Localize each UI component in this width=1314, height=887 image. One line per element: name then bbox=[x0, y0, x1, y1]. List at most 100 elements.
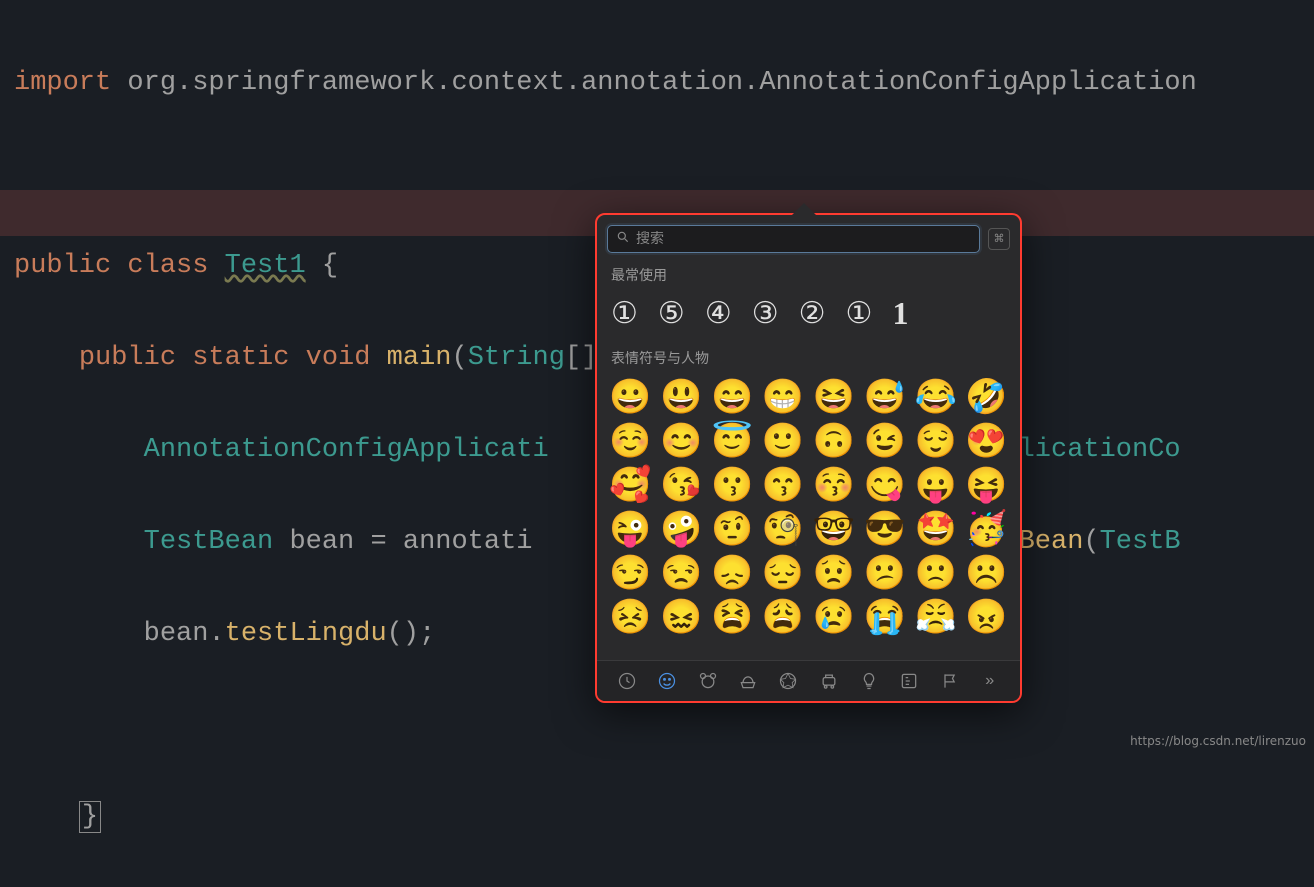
search-icon bbox=[616, 230, 630, 249]
class-name: Test1 bbox=[225, 251, 306, 281]
category-more-icon[interactable]: » bbox=[978, 669, 1002, 693]
category-symbols-icon[interactable] bbox=[897, 669, 921, 693]
emoji-item[interactable]: 😆 bbox=[813, 380, 856, 414]
category-smileys-icon[interactable] bbox=[655, 669, 679, 693]
paren-open: ( bbox=[387, 619, 403, 649]
emoji-item[interactable]: 😕 bbox=[863, 556, 906, 590]
brackets: [] bbox=[565, 343, 597, 373]
keyword-public: public bbox=[79, 343, 176, 373]
category-activity-icon[interactable] bbox=[776, 669, 800, 693]
code-line-blank bbox=[14, 703, 1314, 749]
code-line-blank bbox=[14, 153, 1314, 199]
keyword-static: static bbox=[192, 343, 289, 373]
category-travel-icon[interactable] bbox=[817, 669, 841, 693]
category-recent-icon[interactable] bbox=[615, 669, 639, 693]
emoji-item[interactable]: 😂 bbox=[914, 380, 957, 414]
emoji-item[interactable]: 😒 bbox=[660, 556, 703, 590]
emoji-item[interactable]: 😏 bbox=[609, 556, 652, 590]
emoji-item[interactable]: 😅 bbox=[863, 380, 906, 414]
emoji-item[interactable]: 😗 bbox=[711, 468, 754, 502]
emoji-item[interactable]: 😇 bbox=[711, 424, 754, 458]
emoji-grid: 😀😃😄😁😆😅😂🤣 ☺️😊😇🙂🙃😉😌😍 🥰😘😗😙😚😋😛😝 😜🤪🤨🧐🤓😎🤩🥳 😏😒😞😔😟😕🙁… bbox=[609, 374, 1008, 634]
keyword-class: class bbox=[127, 251, 208, 281]
keyboard-shortcut-badge: ⌘ bbox=[988, 228, 1010, 250]
emoji-item[interactable]: 😁 bbox=[762, 380, 805, 414]
emoji-item[interactable]: 😝 bbox=[965, 468, 1008, 502]
emoji-item[interactable]: ☺️ bbox=[609, 424, 652, 458]
emoji-item[interactable]: 😛 bbox=[914, 468, 957, 502]
category-flags-icon[interactable] bbox=[938, 669, 962, 693]
emoji-item[interactable]: 😙 bbox=[762, 468, 805, 502]
emoji-item[interactable]: 🙂 bbox=[762, 424, 805, 458]
emoji-item[interactable]: 😤 bbox=[914, 600, 957, 634]
category-objects-icon[interactable] bbox=[857, 669, 881, 693]
emoji-item[interactable]: 😚 bbox=[813, 468, 856, 502]
recent-emoji-row: ① ⑤ ④ ③ ② ① 1 bbox=[609, 291, 1008, 342]
emoji-item[interactable]: 😄 bbox=[711, 380, 754, 414]
method-main: main bbox=[387, 343, 452, 373]
recent-item[interactable]: ① bbox=[846, 296, 873, 331]
emoji-item[interactable]: 😊 bbox=[660, 424, 703, 458]
brace-close: } bbox=[79, 801, 101, 833]
emoji-item[interactable]: 🥳 bbox=[965, 512, 1008, 546]
recent-item[interactable]: ⑤ bbox=[658, 296, 685, 331]
keyword-void: void bbox=[306, 343, 371, 373]
emoji-item[interactable]: ☹️ bbox=[965, 556, 1008, 590]
emoji-item[interactable]: 😭 bbox=[863, 600, 906, 634]
type-testbean: TestBean bbox=[144, 527, 274, 557]
emoji-item[interactable]: 😃 bbox=[660, 380, 703, 414]
emoji-category-bar: » bbox=[597, 660, 1020, 701]
paren-close: ) bbox=[403, 619, 419, 649]
arg-testbean: TestB bbox=[1100, 527, 1181, 557]
shortcut-text: ⌘ bbox=[994, 232, 1005, 246]
emoji-item[interactable]: 😠 bbox=[965, 600, 1008, 634]
emoji-item[interactable]: 😩 bbox=[762, 600, 805, 634]
emoji-item[interactable]: 😀 bbox=[609, 380, 652, 414]
emoji-item[interactable]: 😢 bbox=[813, 600, 856, 634]
recent-item[interactable]: ① bbox=[611, 296, 638, 331]
emoji-item[interactable]: 😋 bbox=[863, 468, 906, 502]
emoji-item[interactable]: 🥰 bbox=[609, 468, 652, 502]
emoji-item[interactable]: 😜 bbox=[609, 512, 652, 546]
semicolon: ; bbox=[419, 619, 435, 649]
emoji-item[interactable]: 😌 bbox=[914, 424, 957, 458]
emoji-item[interactable]: 🤩 bbox=[914, 512, 957, 546]
category-food-icon[interactable] bbox=[736, 669, 760, 693]
emoji-item[interactable]: 🙁 bbox=[914, 556, 957, 590]
recent-item[interactable]: 1 bbox=[892, 295, 908, 332]
recent-item[interactable]: ② bbox=[799, 296, 826, 331]
recent-item[interactable]: ③ bbox=[752, 296, 779, 331]
emoji-picker-body: 最常使用 ① ⑤ ④ ③ ② ① 1 表情符号与人物 😀😃😄😁😆😅😂🤣☺️😊😇🙂… bbox=[597, 259, 1020, 660]
emoji-item[interactable]: 😖 bbox=[660, 600, 703, 634]
emoji-picker-header: ⌘ bbox=[597, 215, 1020, 259]
emoji-item[interactable]: 😞 bbox=[711, 556, 754, 590]
emoji-item[interactable]: 🤓 bbox=[813, 512, 856, 546]
emoji-item[interactable]: 😎 bbox=[863, 512, 906, 546]
code-line: } bbox=[14, 795, 1314, 841]
category-animals-icon[interactable] bbox=[696, 669, 720, 693]
emoji-item[interactable]: 😟 bbox=[813, 556, 856, 590]
emoji-item[interactable]: 😫 bbox=[711, 600, 754, 634]
emoji-item[interactable]: 🤨 bbox=[711, 512, 754, 546]
section-label-recent: 最常使用 bbox=[611, 265, 1008, 285]
emoji-item[interactable]: 😉 bbox=[863, 424, 906, 458]
emoji-item[interactable]: 🙃 bbox=[813, 424, 856, 458]
recent-item[interactable]: ④ bbox=[705, 296, 732, 331]
emoji-item[interactable]: 🤣 bbox=[965, 380, 1008, 414]
brace-open: { bbox=[322, 251, 338, 281]
emoji-item[interactable]: 😣 bbox=[609, 600, 652, 634]
emoji-item[interactable]: 🧐 bbox=[762, 512, 805, 546]
emoji-item[interactable]: 😔 bbox=[762, 556, 805, 590]
var-bean: bean bbox=[289, 527, 354, 557]
emoji-search-field[interactable] bbox=[607, 225, 980, 253]
emoji-search-input[interactable] bbox=[636, 231, 971, 247]
emoji-item[interactable]: 😘 bbox=[660, 468, 703, 502]
keyword-public: public bbox=[14, 251, 111, 281]
type-annotation-context: AnnotationConfigApplicati bbox=[144, 435, 549, 465]
emoji-item[interactable]: 🤪 bbox=[660, 512, 703, 546]
var-frag: annotati bbox=[403, 527, 533, 557]
dot: . bbox=[208, 619, 224, 649]
package-path: org.springframework.context.annotation.A… bbox=[127, 68, 1196, 98]
code-line: import org.springframework.context.annot… bbox=[14, 61, 1314, 107]
emoji-item[interactable]: 😍 bbox=[965, 424, 1008, 458]
